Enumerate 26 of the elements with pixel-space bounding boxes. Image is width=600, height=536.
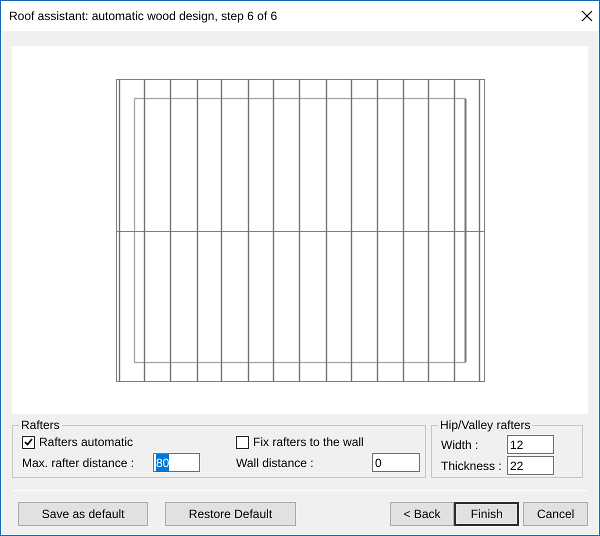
- dialog-button[interactable]: Finish: [454, 502, 520, 526]
- dialog-button[interactable]: Cancel: [523, 502, 588, 526]
- input-field[interactable]: 22: [507, 456, 554, 475]
- close-icon[interactable]: [581, 10, 593, 22]
- dialog-button[interactable]: Restore Default: [165, 502, 296, 526]
- checkbox-label: Fix rafters to the wall: [253, 434, 364, 451]
- group-title: Hip/Valley rafters: [438, 418, 532, 432]
- checkbox[interactable]: Fix rafters to the wall: [236, 434, 420, 450]
- dialog-button[interactable]: Save as default: [18, 502, 148, 526]
- checkbox-box[interactable]: [236, 436, 249, 448]
- input-field[interactable]: 12: [507, 435, 554, 454]
- selected-text-highlight: 80: [156, 454, 170, 472]
- checkbox[interactable]: Rafters automatic: [22, 434, 236, 450]
- field-label: Max. rafter distance :: [22, 454, 136, 472]
- check-icon: [24, 438, 33, 446]
- field-label: Width :: [441, 436, 480, 454]
- field-label: Thickness :: [441, 458, 503, 474]
- checkbox-box[interactable]: [22, 436, 35, 448]
- selected-text-highlight: 0: [375, 454, 382, 472]
- window-title: Roof assistant: automatic wood design, step 6 of 6: [9, 8, 278, 25]
- group-title: Rafters: [19, 418, 62, 432]
- field-label: Wall distance :: [236, 454, 315, 472]
- checkbox-label: Rafters automatic: [39, 434, 134, 451]
- input-field[interactable]: 0: [372, 453, 420, 472]
- dialog-button[interactable]: < Back: [390, 502, 454, 526]
- input-field[interactable]: 80: [153, 453, 200, 472]
